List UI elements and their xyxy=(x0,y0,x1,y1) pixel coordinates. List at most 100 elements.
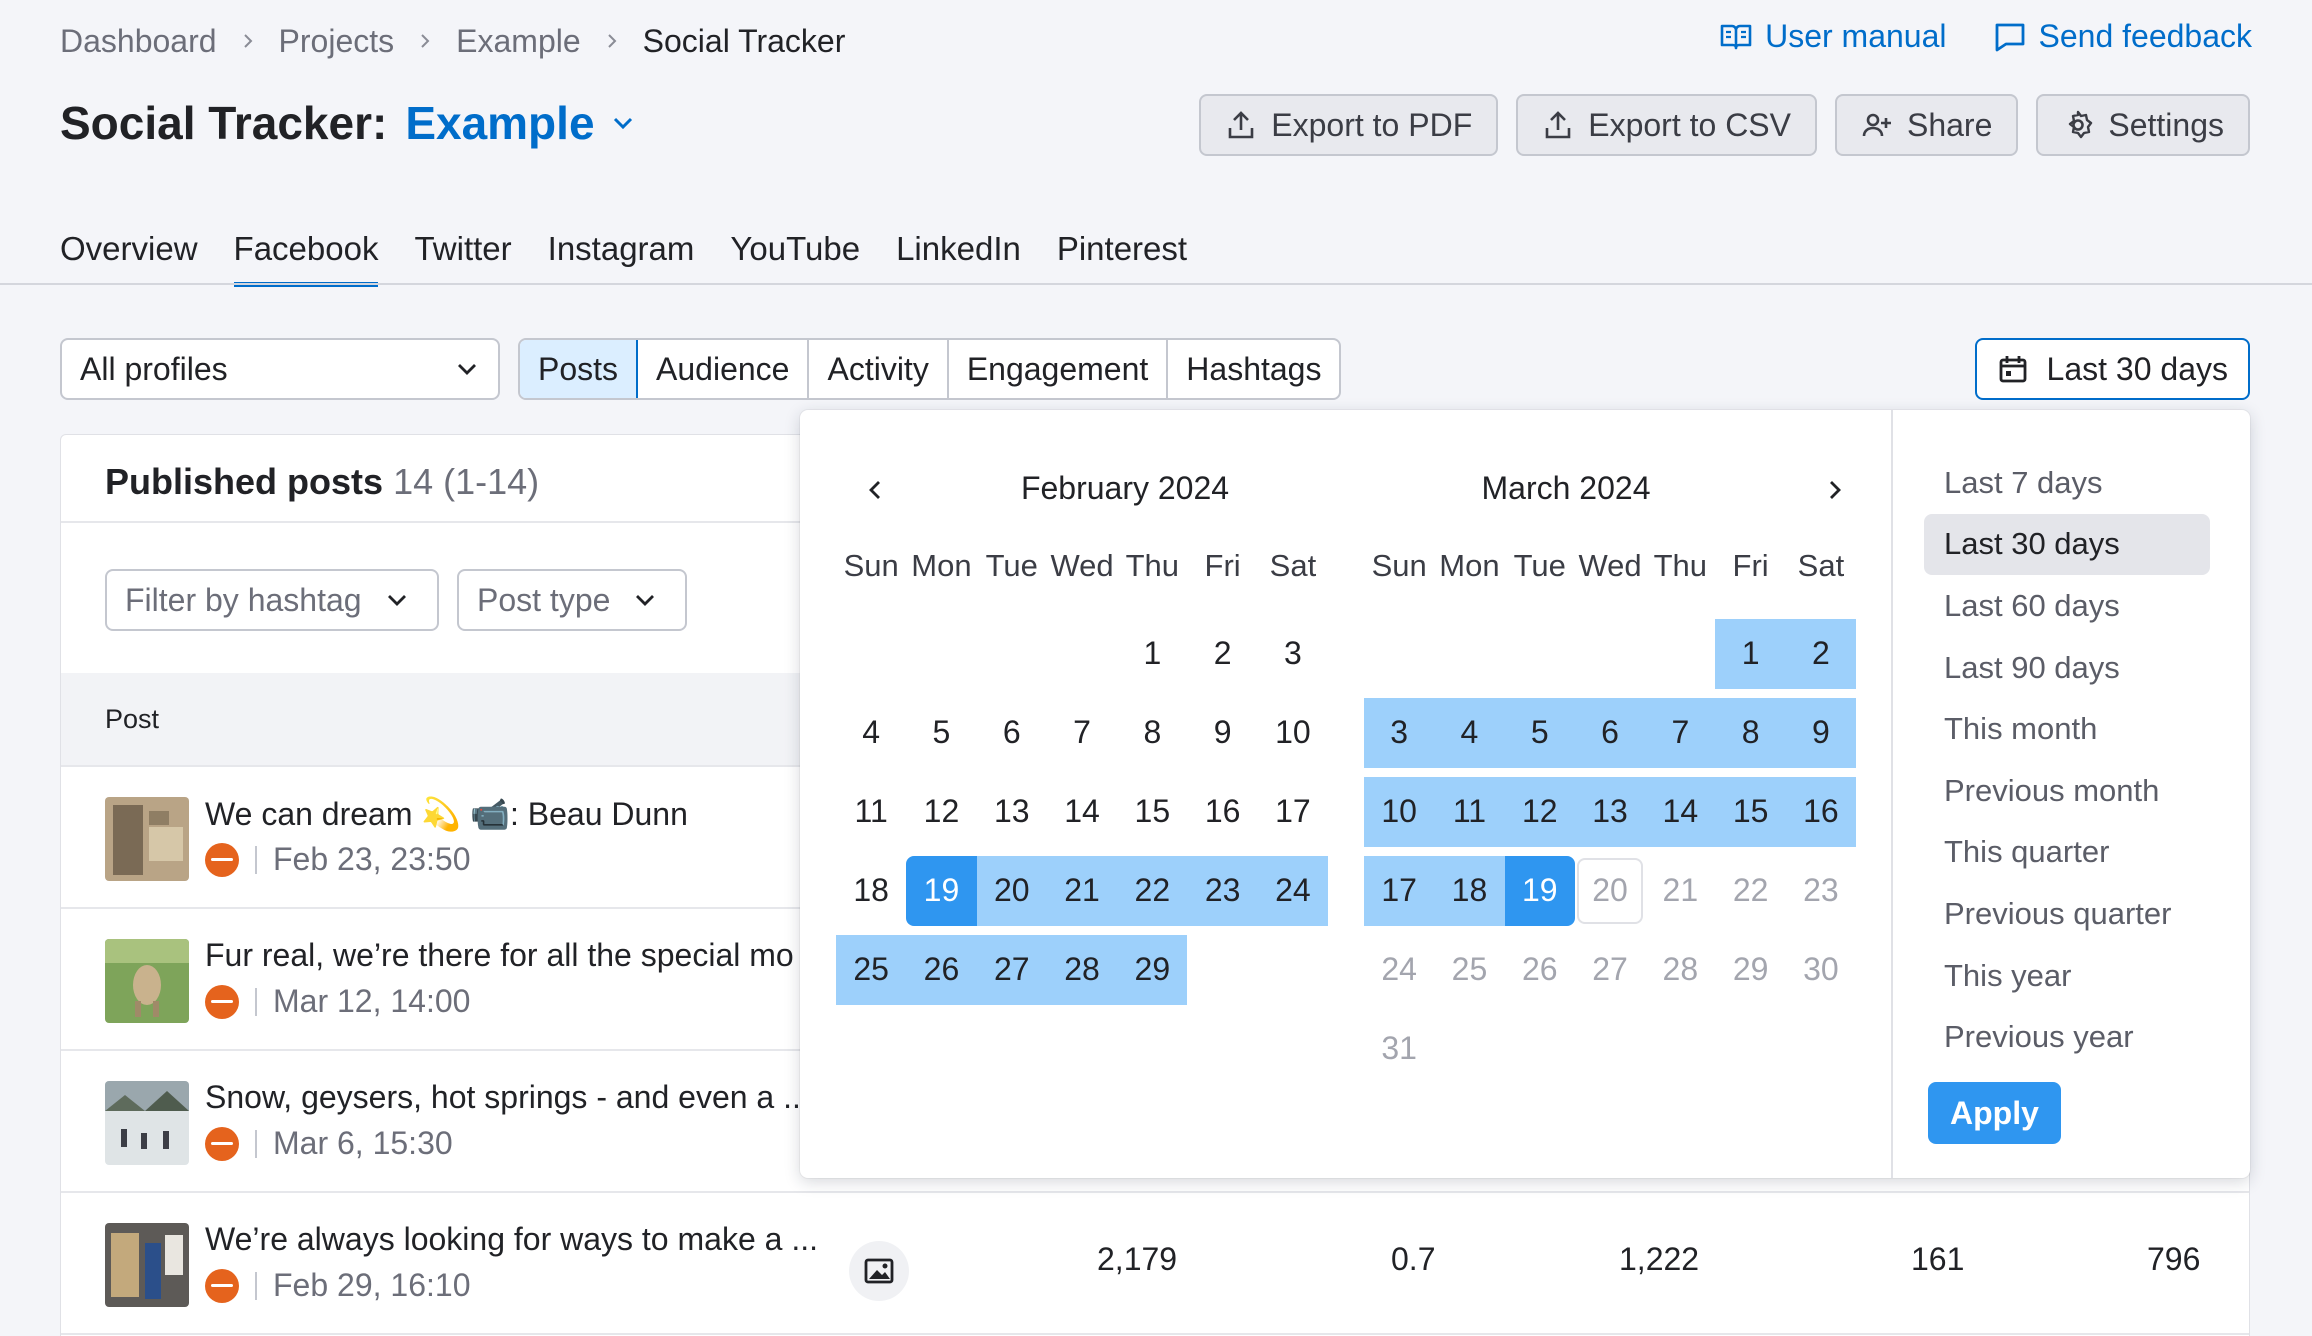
calendar-day[interactable]: 3 xyxy=(1364,697,1435,768)
calendar-day[interactable]: 4 xyxy=(836,698,906,768)
calendar-day[interactable]: 18 xyxy=(1434,855,1505,926)
calendar-day[interactable]: 13 xyxy=(977,777,1047,847)
breadcrumb-example[interactable]: Example xyxy=(456,23,581,60)
calendar-day[interactable]: 5 xyxy=(906,698,976,768)
post-title[interactable]: We’re always looking for ways to make a … xyxy=(205,1221,818,1258)
calendar-day[interactable]: 20 xyxy=(1575,856,1645,926)
calendar-day[interactable]: 27 xyxy=(976,934,1047,1005)
calendar-day[interactable]: 9 xyxy=(1187,698,1257,768)
next-month-button[interactable] xyxy=(1814,470,1854,510)
calendar-day[interactable]: 29 xyxy=(1715,935,1785,1005)
segment-hashtags[interactable]: Hashtags xyxy=(1168,340,1339,398)
post-title[interactable]: Snow, geysers, hot springs - and even a … xyxy=(205,1079,810,1116)
export-csv-button[interactable]: Export to CSV xyxy=(1516,94,1817,156)
calendar-day[interactable]: 25 xyxy=(836,934,907,1005)
apply-button[interactable]: Apply xyxy=(1928,1082,2061,1144)
calendar-day[interactable]: 7 xyxy=(1047,698,1117,768)
calendar-day[interactable]: 2 xyxy=(1785,618,1857,689)
send-feedback-link[interactable]: Send feedback xyxy=(1993,18,2252,55)
calendar-day[interactable]: 22 xyxy=(1117,855,1188,926)
tab-youtube[interactable]: YouTube xyxy=(730,230,860,287)
calendar-day[interactable]: 16 xyxy=(1785,776,1857,847)
post-title[interactable]: Fur real, we’re there for all the specia… xyxy=(205,937,794,974)
profile-select[interactable]: All profiles xyxy=(60,338,500,400)
segment-audience[interactable]: Audience xyxy=(638,340,810,398)
prev-month-button[interactable] xyxy=(856,470,896,510)
date-range-button[interactable]: Last 30 days xyxy=(1974,338,2250,400)
settings-button[interactable]: Settings xyxy=(2036,94,2250,156)
calendar-day[interactable]: 8 xyxy=(1117,698,1187,768)
user-manual-link[interactable]: User manual xyxy=(1719,18,1947,55)
calendar-day[interactable]: 6 xyxy=(977,698,1047,768)
calendar-day[interactable]: 30 xyxy=(1786,935,1856,1005)
table-row[interactable]: We’re always looking for ways to make a … xyxy=(61,1193,2249,1335)
calendar-day[interactable]: 25 xyxy=(1434,935,1504,1005)
calendar-day[interactable]: 15 xyxy=(1715,776,1786,847)
hashtag-filter[interactable]: Filter by hashtag xyxy=(105,569,439,631)
column-post[interactable]: Post xyxy=(105,704,159,735)
breadcrumb-dashboard[interactable]: Dashboard xyxy=(60,23,217,60)
post-type-filter[interactable]: Post type xyxy=(457,569,687,631)
calendar-day[interactable]: 19 xyxy=(906,855,977,926)
calendar-day[interactable]: 2 xyxy=(1187,619,1257,689)
export-pdf-button[interactable]: Export to PDF xyxy=(1199,94,1499,156)
calendar-day[interactable]: 26 xyxy=(1505,935,1575,1005)
calendar-day[interactable]: 26 xyxy=(906,934,977,1005)
calendar-day[interactable]: 17 xyxy=(1258,777,1328,847)
tab-facebook[interactable]: Facebook xyxy=(233,230,379,287)
calendar-day[interactable]: 10 xyxy=(1364,776,1435,847)
preset-option[interactable]: Previous quarter xyxy=(1924,883,2210,945)
calendar-day[interactable]: 10 xyxy=(1258,698,1328,768)
calendar-day[interactable]: 1 xyxy=(1715,618,1786,689)
calendar-day[interactable]: 18 xyxy=(836,856,906,926)
calendar-day[interactable]: 28 xyxy=(1645,935,1715,1005)
calendar-day[interactable]: 16 xyxy=(1187,777,1257,847)
calendar-day[interactable]: 15 xyxy=(1117,777,1187,847)
preset-option[interactable]: Previous year xyxy=(1924,1006,2210,1068)
calendar-day[interactable]: 11 xyxy=(836,777,906,847)
preset-option[interactable]: Last 7 days xyxy=(1924,452,2210,514)
calendar-day[interactable]: 28 xyxy=(1046,934,1118,1005)
calendar-day[interactable]: 11 xyxy=(1434,776,1505,847)
calendar-day[interactable]: 13 xyxy=(1574,776,1646,847)
calendar-day[interactable]: 31 xyxy=(1364,1014,1434,1084)
preset-option[interactable]: Previous month xyxy=(1924,760,2210,822)
calendar-day[interactable]: 22 xyxy=(1715,856,1785,926)
segment-activity[interactable]: Activity xyxy=(809,340,949,398)
preset-option[interactable]: Last 60 days xyxy=(1924,575,2210,637)
calendar-day[interactable]: 21 xyxy=(1046,855,1118,926)
calendar-day[interactable]: 23 xyxy=(1786,856,1856,926)
calendar-day[interactable]: 1 xyxy=(1117,619,1187,689)
calendar-day[interactable]: 7 xyxy=(1645,697,1716,768)
tab-overview[interactable]: Overview xyxy=(60,230,198,287)
preset-option[interactable]: This year xyxy=(1924,945,2210,1007)
calendar-day[interactable]: 24 xyxy=(1364,935,1434,1005)
tab-twitter[interactable]: Twitter xyxy=(414,230,511,287)
calendar-day[interactable]: 6 xyxy=(1574,697,1646,768)
calendar-day[interactable]: 9 xyxy=(1785,697,1857,768)
calendar-day[interactable]: 5 xyxy=(1504,697,1575,768)
calendar-day[interactable]: 19 xyxy=(1504,855,1575,926)
project-switcher[interactable]: Example xyxy=(405,96,636,150)
calendar-day[interactable]: 8 xyxy=(1715,697,1786,768)
calendar-day[interactable]: 3 xyxy=(1258,619,1328,689)
calendar-day[interactable]: 27 xyxy=(1575,935,1645,1005)
segment-posts[interactable]: Posts xyxy=(520,340,639,398)
share-button[interactable]: Share xyxy=(1834,94,2019,156)
calendar-day[interactable]: 14 xyxy=(1047,777,1117,847)
preset-option[interactable]: This quarter xyxy=(1924,822,2210,884)
breadcrumb-projects[interactable]: Projects xyxy=(279,23,395,60)
tab-instagram[interactable]: Instagram xyxy=(548,230,695,287)
tab-linkedin[interactable]: LinkedIn xyxy=(896,230,1021,287)
segment-engagement[interactable]: Engagement xyxy=(949,340,1169,398)
calendar-day[interactable]: 23 xyxy=(1187,855,1258,926)
calendar-day[interactable]: 17 xyxy=(1364,855,1435,926)
calendar-day[interactable]: 12 xyxy=(906,777,976,847)
calendar-day[interactable]: 21 xyxy=(1645,856,1715,926)
tab-pinterest[interactable]: Pinterest xyxy=(1057,230,1187,287)
calendar-day[interactable]: 24 xyxy=(1257,855,1329,926)
calendar-day[interactable]: 12 xyxy=(1504,776,1575,847)
calendar-day[interactable]: 29 xyxy=(1117,934,1188,1005)
preset-option[interactable]: Last 90 days xyxy=(1924,637,2210,699)
preset-option[interactable]: This month xyxy=(1924,698,2210,760)
